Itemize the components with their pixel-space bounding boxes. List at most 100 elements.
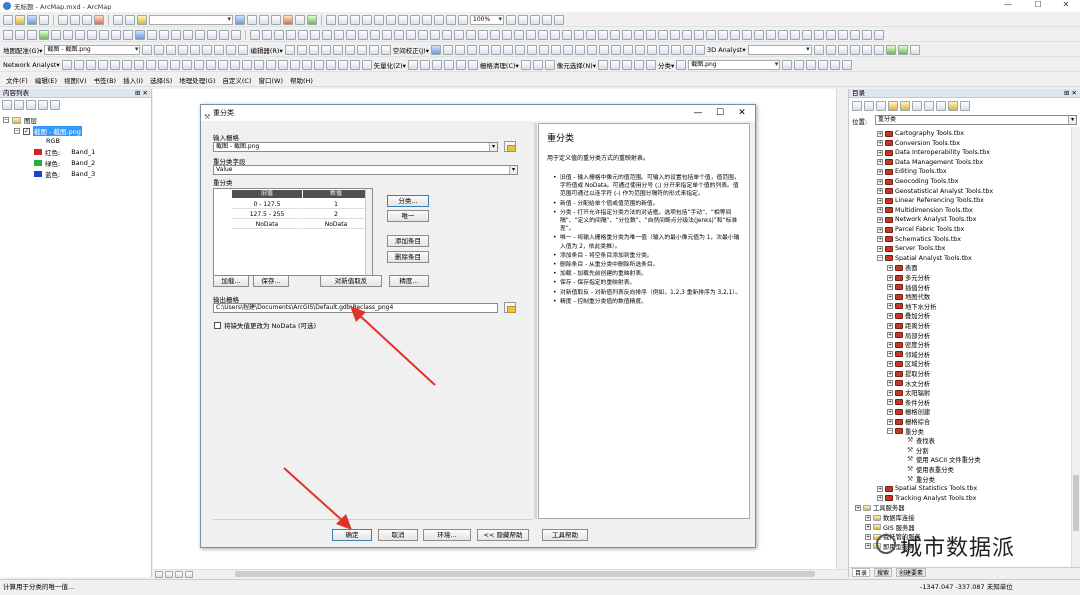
adjust-tool-5-icon[interactable] (491, 44, 501, 55)
modelbuilder-icon[interactable] (307, 14, 317, 25)
classification-menu[interactable]: 分类▾ (658, 60, 674, 70)
toolset-item[interactable]: + 距离分析 (887, 321, 930, 330)
location-combo[interactable]: 重分类 ▾ (875, 115, 1077, 125)
georef-tool-43-icon[interactable] (838, 29, 848, 40)
expand-icon[interactable]: + (877, 149, 883, 156)
menu-item[interactable]: 插入(I) (123, 75, 143, 85)
3d-tool-2-icon[interactable] (825, 44, 836, 55)
save-button[interactable]: 保存... (253, 275, 289, 287)
vec-tool-2-icon[interactable] (419, 59, 430, 70)
table-scrollbar[interactable] (365, 189, 372, 275)
layout-tool-10-icon[interactable] (434, 14, 444, 25)
reshape-icon[interactable] (308, 44, 319, 55)
layout-view-icon[interactable] (165, 570, 173, 578)
layout-zoom-3-icon[interactable] (530, 14, 540, 25)
minimize-button[interactable]: — (994, 0, 1022, 12)
catalog-options-icon[interactable] (936, 101, 946, 111)
georef-tool-42-icon[interactable] (826, 29, 836, 40)
class-tool-1-icon[interactable] (782, 59, 793, 70)
na-tool-23-icon[interactable] (325, 59, 336, 70)
expand-icon[interactable]: + (887, 380, 893, 387)
expand-icon[interactable]: + (877, 485, 883, 492)
vec-tool-6-icon[interactable] (467, 59, 478, 70)
na-tool-4-icon[interactable] (97, 59, 108, 70)
na-tool-10-icon[interactable] (169, 59, 180, 70)
list-by-drawing-order-icon[interactable] (2, 100, 12, 110)
georef-extra-1-icon[interactable] (214, 44, 225, 55)
toolbox-item[interactable]: + Server Tools.tbx (877, 244, 945, 253)
vec-tool-3-icon[interactable] (431, 59, 442, 70)
layout-tool-2-icon[interactable] (338, 14, 348, 25)
reclass-field-combo[interactable]: Value ▾ (213, 165, 518, 175)
toolset-item[interactable]: + 提取分析 (887, 369, 930, 378)
layout-fit-icon[interactable] (286, 29, 296, 40)
find-icon[interactable] (183, 29, 193, 40)
georef-tool-3-icon[interactable] (358, 29, 368, 40)
layout-tool-8-icon[interactable] (410, 14, 420, 25)
toolset-item[interactable]: + 密度分析 (887, 340, 930, 349)
precision-button[interactable]: 精度... (389, 275, 429, 287)
toolset-item[interactable]: + 栅格综合 (887, 417, 930, 426)
editor-toolbar-icon[interactable] (235, 14, 245, 25)
scale-combo[interactable] (149, 14, 233, 25)
adjust-tool-22-icon[interactable] (695, 44, 705, 55)
environments-button[interactable]: 环境... (423, 529, 471, 541)
na-tool-18-icon[interactable] (265, 59, 276, 70)
na-tool-25-icon[interactable] (349, 59, 360, 70)
search-window-icon[interactable] (271, 14, 281, 25)
georef-tool-36-icon[interactable] (754, 29, 764, 40)
add-control-points-icon[interactable] (154, 44, 165, 55)
pause-drawing-icon[interactable] (185, 570, 193, 578)
cut-icon[interactable] (58, 14, 68, 25)
expand-icon[interactable]: + (887, 332, 893, 339)
redo-icon[interactable] (125, 14, 135, 25)
layout-tool-3-icon[interactable] (350, 14, 360, 25)
paste-icon[interactable] (82, 14, 92, 25)
toolset-item[interactable]: + 多元分析 (887, 273, 930, 282)
input-browse-folder-icon[interactable] (504, 141, 516, 152)
adjust-tool-20-icon[interactable] (671, 44, 681, 55)
menu-item[interactable]: 地理处理(G) (179, 75, 215, 85)
split-icon[interactable] (332, 44, 343, 55)
na-tool-16-icon[interactable] (241, 59, 252, 70)
expand-icon[interactable]: + (887, 418, 893, 425)
na-tool-13-icon[interactable] (205, 59, 216, 70)
copy-icon[interactable] (70, 14, 80, 25)
toolbox-item[interactable]: + Conversion Tools.tbx (877, 139, 960, 148)
layout-tool-11-icon[interactable] (446, 14, 456, 25)
vec-tool-4-icon[interactable] (443, 59, 454, 70)
toolbox-item[interactable]: + Parcel Fabric Tools.tbx (877, 225, 964, 234)
toolset-item[interactable]: + 水文分析 (887, 379, 930, 388)
catalog-back-icon[interactable] (852, 101, 862, 111)
shift-icon[interactable] (190, 44, 201, 55)
adjust-tool-17-icon[interactable] (635, 44, 645, 55)
menu-item[interactable]: 书签(B) (94, 75, 117, 85)
tool-item[interactable]: ⚒ 使用 ASCII 文件重分类 (907, 455, 981, 465)
zoom-percent-combo[interactable]: 100% (470, 14, 504, 25)
expand-icon[interactable]: + (887, 351, 893, 358)
classification-layer-icon[interactable] (676, 59, 687, 70)
class-tool-3-icon[interactable] (806, 59, 817, 70)
time-slider-icon[interactable] (219, 29, 229, 40)
collapse-icon[interactable]: − (3, 117, 9, 123)
tool-item[interactable]: ⚒ 分割 (907, 446, 929, 455)
adjust-tool-9-icon[interactable] (539, 44, 549, 55)
na-tool-3-icon[interactable] (85, 59, 96, 70)
adjust-tool-2-icon[interactable] (455, 44, 465, 55)
list-by-visibility-icon[interactable] (26, 100, 36, 110)
print-icon[interactable] (39, 14, 49, 25)
toolbox-item[interactable]: + Schematics Tools.tbx (877, 235, 961, 244)
clean-tool-2-icon[interactable] (532, 59, 543, 70)
toc-options-icon[interactable] (50, 100, 60, 110)
table-cell[interactable]: 0 - 127.5 (232, 200, 302, 209)
network-analyst-menu[interactable]: Network Analyst▾ (3, 61, 60, 69)
menu-item[interactable]: 窗口(W) (259, 75, 284, 85)
html-popup-icon[interactable] (159, 29, 169, 40)
cancel-button[interactable]: 取消 (378, 529, 418, 541)
georef-extra-2-icon[interactable] (226, 44, 237, 55)
table-cell[interactable]: 2 (303, 210, 369, 219)
expand-icon[interactable]: + (877, 236, 883, 243)
layout-tool-1-icon[interactable] (326, 14, 336, 25)
band-color-swatch[interactable] (34, 149, 42, 155)
georef-tool-29-icon[interactable] (670, 29, 680, 40)
